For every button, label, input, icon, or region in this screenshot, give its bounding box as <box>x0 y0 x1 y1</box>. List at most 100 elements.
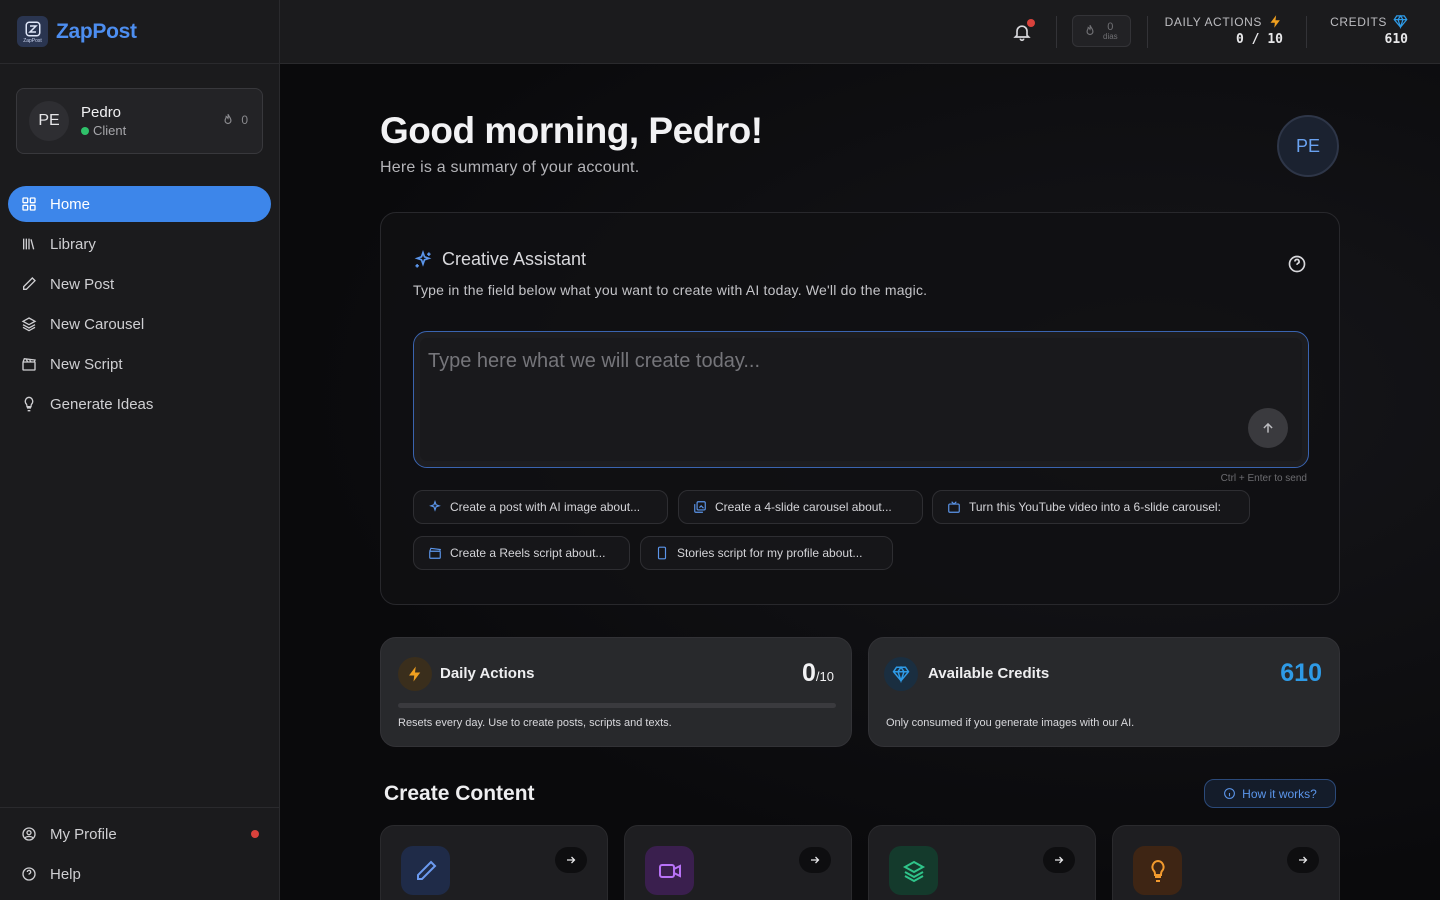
tv-icon <box>948 501 960 513</box>
logo-caption: ZapPost <box>23 37 42 44</box>
user-role-label: Client <box>93 123 127 138</box>
avatar: PE <box>29 101 69 141</box>
divider <box>1306 16 1307 48</box>
nav-item-new-script[interactable]: New Script <box>8 346 271 382</box>
arrow-right-icon <box>1299 856 1308 864</box>
user-name: Pedro <box>81 104 122 121</box>
notifications-button[interactable] <box>1012 19 1035 42</box>
daily-actions-description: Resets every day. Use to create posts, s… <box>398 717 672 729</box>
online-status-dot <box>81 126 89 135</box>
suggestion-chip[interactable]: Stories script for my profile about... <box>640 536 893 570</box>
nav-label: New Carousel <box>50 315 145 333</box>
assistant-title: Creative Assistant <box>413 249 586 270</box>
clapperboard-icon <box>429 547 442 559</box>
library-icon <box>23 238 35 250</box>
nav-item-home[interactable]: Home <box>8 186 271 222</box>
daily-actions-progress <box>398 703 836 708</box>
user-card[interactable]: PE Pedro Client 0 <box>16 88 263 154</box>
send-hint: Ctrl + Enter to send <box>1220 473 1307 484</box>
streak-counter[interactable]: 0 dias <box>1072 15 1131 47</box>
profile-alert-dot <box>251 830 259 838</box>
assistant-description: Type in the field below what you want to… <box>413 282 928 298</box>
prompt-input[interactable] <box>428 350 1228 410</box>
user-streak-value: 0 <box>241 113 248 127</box>
daily-actions-max: /10 <box>815 669 834 684</box>
credits-label: Available Credits <box>928 665 1050 682</box>
brand-name: ZapPost <box>56 19 137 43</box>
card-arrow-button[interactable] <box>1043 847 1075 873</box>
main-content: Good morning, Pedro! Here is a summary o… <box>280 64 1440 900</box>
diamond-icon <box>1393 14 1408 29</box>
nav-item-help[interactable]: Help <box>8 856 271 892</box>
streak-value: 0 <box>1107 20 1114 33</box>
page-title: Good morning, Pedro! <box>380 110 763 151</box>
daily-actions-icon-wrap <box>398 657 432 691</box>
lightning-icon <box>1270 15 1280 28</box>
suggestion-chip[interactable]: Turn this YouTube video into a 6-slide c… <box>932 490 1250 524</box>
daily-actions-value: 0 / 10 <box>1236 32 1283 47</box>
card-arrow-button[interactable] <box>799 847 831 873</box>
nav-item-new-carousel[interactable]: New Carousel <box>8 306 271 342</box>
create-post-card[interactable] <box>380 825 608 900</box>
how-it-works-label: How it works? <box>1242 786 1317 801</box>
bottom-nav: My Profile Help <box>8 808 271 896</box>
arrow-up-icon <box>1263 422 1273 433</box>
nav-label: Library <box>50 235 96 253</box>
suggestion-chip[interactable]: Create a Reels script about... <box>413 536 630 570</box>
user-streak: 0 <box>221 113 248 127</box>
generate-ideas-card[interactable] <box>1112 825 1340 900</box>
flame-icon <box>224 113 232 125</box>
prompt-box <box>413 331 1309 468</box>
video-icon <box>658 863 681 878</box>
layers-icon <box>21 317 37 332</box>
suggestion-chip[interactable]: Create a 4-slide carousel about... <box>678 490 923 524</box>
nav-label: Help <box>50 865 81 883</box>
lightbulb-icon <box>1150 859 1165 882</box>
diamond-icon <box>892 665 910 683</box>
help-circle-icon[interactable] <box>1287 254 1307 274</box>
images-icon <box>694 501 706 513</box>
nav-item-generate-ideas[interactable]: Generate Ideas <box>8 386 271 422</box>
top-bar: 0 dias DAILY ACTIONS 0 / 10 CREDITS 610 <box>280 0 1440 64</box>
chip-label: Create a 4-slide carousel about... <box>715 500 892 514</box>
card-arrow-button[interactable] <box>555 847 587 873</box>
nav-label: New Script <box>50 355 123 373</box>
notification-dot <box>1027 19 1035 27</box>
pencil-icon <box>416 860 436 880</box>
brand[interactable]: ZapPost ZapPost <box>0 0 279 64</box>
card-arrow-button[interactable] <box>1287 847 1319 873</box>
sparkles-icon <box>414 249 432 267</box>
nav-item-new-post[interactable]: New Post <box>8 266 271 302</box>
main-nav: Home Library New Post New Carousel New S… <box>8 186 271 426</box>
user-circle-icon <box>22 827 36 841</box>
pencil-icon <box>23 277 36 290</box>
send-button[interactable] <box>1248 408 1288 448</box>
divider <box>1147 16 1148 48</box>
credits-label: CREDITS <box>1330 14 1387 29</box>
how-it-works-button[interactable]: How it works? <box>1204 779 1336 808</box>
daily-actions-card: Daily Actions 0/10 Resets every day. Use… <box>380 637 852 747</box>
flame-icon <box>1086 24 1094 36</box>
nav-item-my-profile[interactable]: My Profile <box>8 816 271 852</box>
arrow-right-icon <box>1055 856 1064 864</box>
card-icon-wrap <box>1133 846 1182 895</box>
user-role: Client <box>81 123 126 138</box>
chip-label: Create a Reels script about... <box>450 546 606 560</box>
streak-label: dias <box>1103 31 1118 41</box>
credits-icon-wrap <box>884 657 918 691</box>
credits-card: Available Credits 610 Only consumed if y… <box>868 637 1340 747</box>
smartphone-icon <box>657 546 667 560</box>
nav-label: Home <box>50 195 91 213</box>
nav-item-library[interactable]: Library <box>8 226 271 262</box>
avatar[interactable]: PE <box>1277 115 1339 177</box>
creative-assistant-panel: Creative Assistant Type in the field bel… <box>380 212 1340 605</box>
suggestion-chip[interactable]: Create a post with AI image about... <box>413 490 668 524</box>
create-video-card[interactable] <box>624 825 852 900</box>
zappost-logo-icon: ZapPost <box>17 16 48 47</box>
section-title: Create Content <box>384 782 535 805</box>
create-carousel-card[interactable] <box>868 825 1096 900</box>
grid-icon <box>22 197 36 211</box>
daily-actions-label: DAILY ACTIONS <box>1164 14 1262 29</box>
lightning-icon <box>409 666 421 682</box>
nav-label: New Post <box>50 275 115 293</box>
